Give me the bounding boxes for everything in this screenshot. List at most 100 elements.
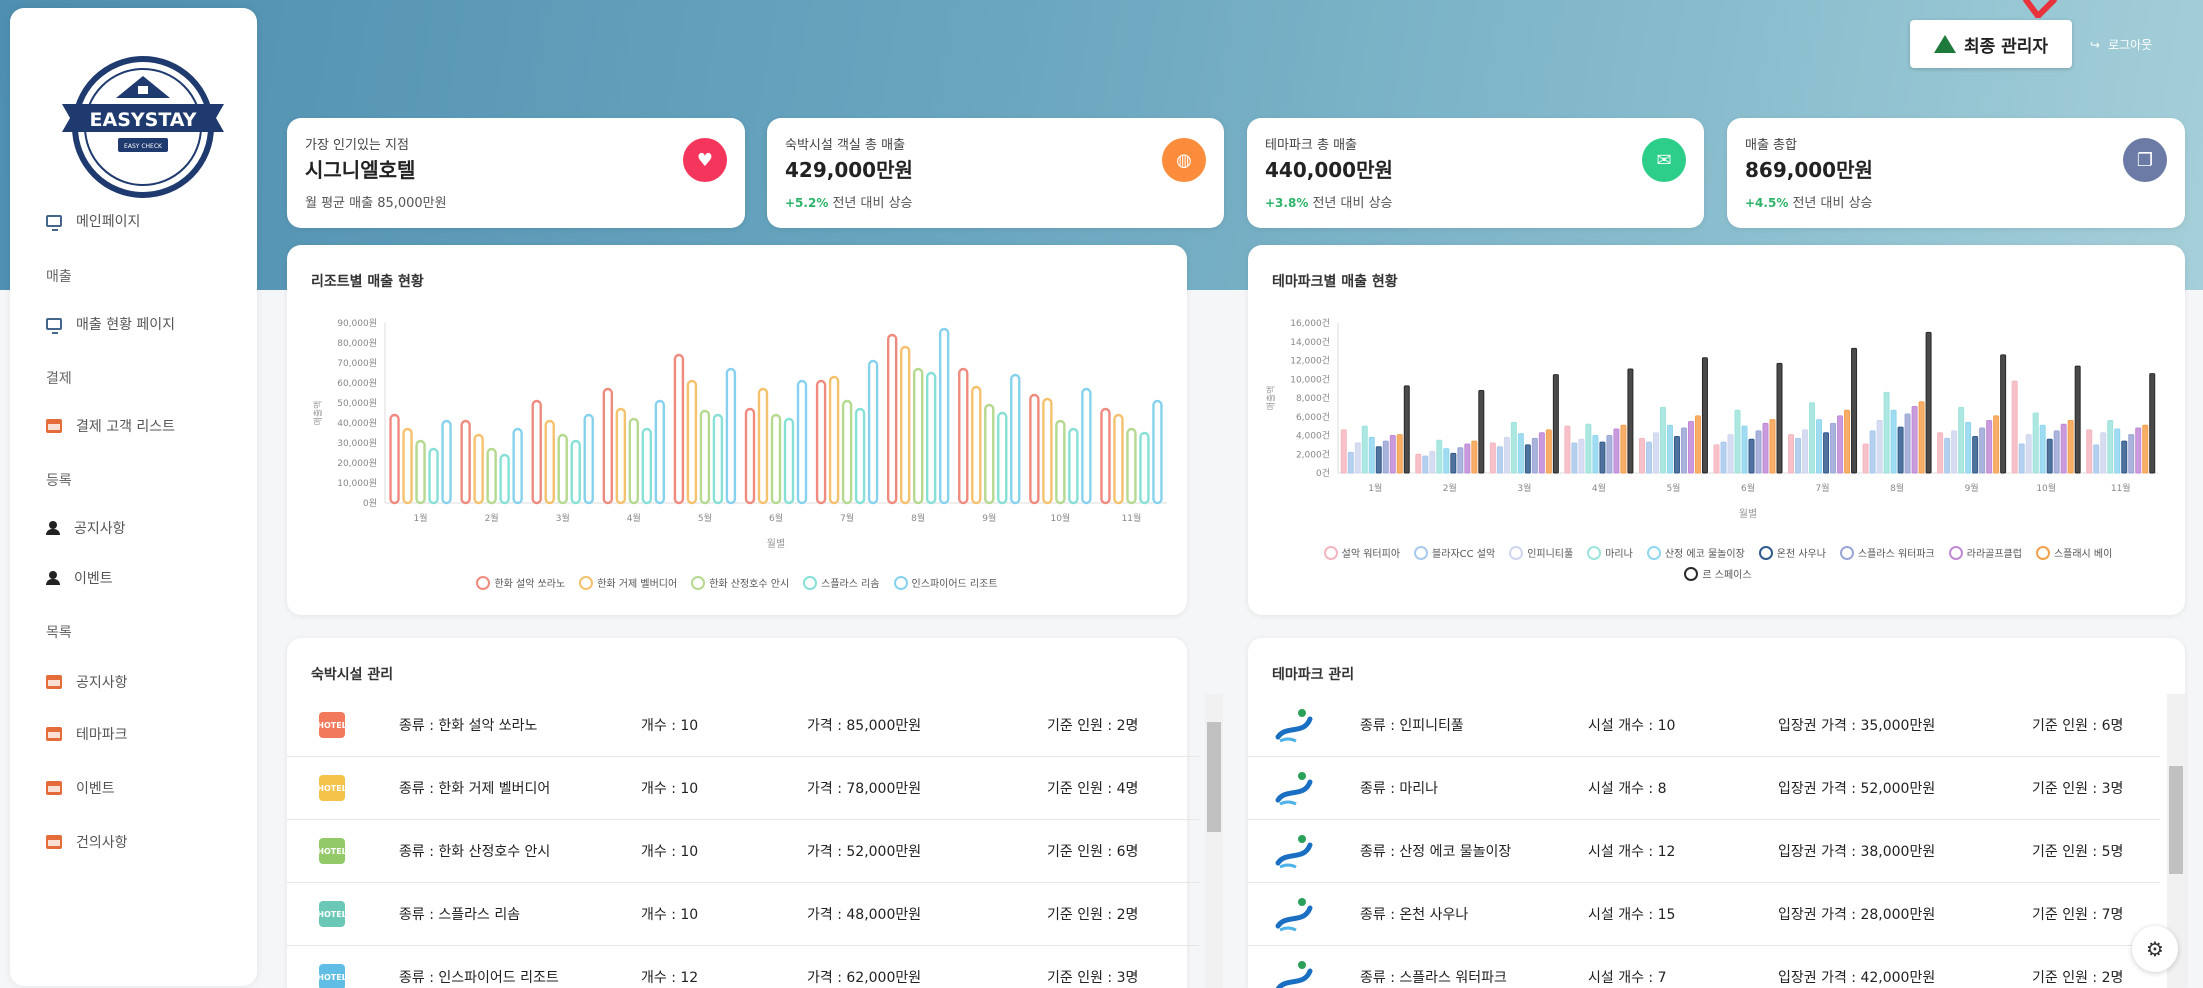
list-row[interactable]: HOTEL 종류 : 스플라스 리솜 개수 : 10 가격 : 48,000만원 기준 …: [287, 883, 1199, 946]
bar[interactable]: [1531, 437, 1538, 474]
legend-item[interactable]: 마리나: [1587, 545, 1633, 560]
bar[interactable]: [1361, 425, 1368, 474]
legend-item[interactable]: 르 스페이스: [1684, 566, 1752, 581]
bar[interactable]: [1538, 432, 1545, 474]
bar[interactable]: [1081, 387, 1092, 505]
bar[interactable]: [2025, 434, 2032, 474]
bar[interactable]: [1776, 362, 1783, 474]
bar[interactable]: [1720, 441, 1727, 474]
bar[interactable]: [997, 411, 1008, 505]
bar[interactable]: [1478, 390, 1485, 474]
bar[interactable]: [886, 333, 898, 505]
bar[interactable]: [1925, 331, 1932, 474]
bar[interactable]: [1748, 438, 1755, 474]
bar[interactable]: [1627, 368, 1634, 474]
bar[interactable]: [1450, 452, 1457, 474]
bar[interactable]: [2067, 420, 2074, 474]
scroll-thumb[interactable]: [2169, 766, 2183, 874]
bar[interactable]: [1552, 374, 1559, 474]
bar[interactable]: [615, 407, 627, 505]
bar[interactable]: [984, 403, 995, 505]
bar[interactable]: [2086, 429, 2093, 474]
bar[interactable]: [912, 367, 924, 505]
list-row[interactable]: 종류 : 온천 사우나 시설 개수 : 15 입장권 가격 : 28,000만원 기준…: [1248, 883, 2160, 946]
bar[interactable]: [1585, 423, 1592, 474]
list-row[interactable]: 종류 : 스플라스 워터파크 시설 개수 : 7 입장권 가격 : 42,000만원…: [1248, 946, 2160, 988]
bar[interactable]: [1457, 447, 1464, 474]
bar[interactable]: [757, 387, 769, 505]
bar[interactable]: [925, 371, 937, 505]
bar[interactable]: [1830, 422, 1837, 474]
bar[interactable]: [1979, 427, 1986, 474]
nav-sales-status[interactable]: 매출 현황 페이지: [46, 314, 175, 334]
bar[interactable]: [725, 367, 737, 505]
bar[interactable]: [1687, 420, 1694, 474]
bar[interactable]: [402, 427, 413, 505]
bar[interactable]: [1788, 434, 1795, 474]
bar[interactable]: [1713, 444, 1720, 474]
bar[interactable]: [1809, 402, 1816, 474]
nav-list-suggestion[interactable]: 건의사항: [46, 832, 128, 852]
bar[interactable]: [441, 419, 452, 505]
legend-item[interactable]: 한화 설악 쏘라노: [476, 575, 565, 590]
bar[interactable]: [1139, 431, 1150, 505]
bar[interactable]: [1701, 357, 1708, 474]
legend-item[interactable]: 인피니티풀: [1509, 545, 1573, 560]
bar[interactable]: [770, 413, 782, 505]
bar[interactable]: [1375, 446, 1382, 474]
bar[interactable]: [1422, 455, 1429, 474]
bar[interactable]: [1010, 373, 1021, 505]
bar[interactable]: [460, 419, 471, 505]
bar[interactable]: [2121, 440, 2128, 474]
legend-item[interactable]: 산정 에코 물놀이장: [1646, 545, 1745, 560]
bar[interactable]: [1890, 409, 1897, 474]
bar[interactable]: [1944, 437, 1951, 474]
lodging-scrollbar[interactable]: [1205, 694, 1223, 988]
bar[interactable]: [2018, 443, 2025, 474]
bar[interactable]: [583, 413, 594, 505]
bar[interactable]: [1340, 429, 1347, 474]
list-row[interactable]: HOTEL 종류 : 한화 거제 벨버디어 개수 : 10 가격 : 78,000만원…: [287, 757, 1199, 820]
legend-item[interactable]: 한화 거제 벨버디어: [579, 575, 677, 590]
bar[interactable]: [971, 385, 982, 505]
bar[interactable]: [1918, 401, 1925, 474]
bar[interactable]: [1389, 435, 1396, 474]
bar[interactable]: [2135, 427, 2142, 474]
bar[interactable]: [1652, 432, 1659, 474]
bar[interactable]: [1993, 415, 2000, 474]
bar[interactable]: [1042, 397, 1053, 505]
bar[interactable]: [796, 379, 808, 505]
bar[interactable]: [1354, 442, 1361, 474]
legend-item[interactable]: 인스파이어드 리조트: [893, 575, 998, 590]
bar[interactable]: [628, 417, 640, 505]
bar[interactable]: [557, 433, 568, 505]
bar[interactable]: [1862, 443, 1869, 474]
bar[interactable]: [1620, 424, 1627, 474]
bar[interactable]: [2032, 412, 2039, 474]
bar[interactable]: [2011, 380, 2018, 474]
bar[interactable]: [1489, 442, 1496, 474]
bar[interactable]: [602, 387, 614, 505]
bar[interactable]: [1382, 440, 1389, 474]
bar[interactable]: [1599, 441, 1606, 474]
bar[interactable]: [841, 399, 853, 505]
bar[interactable]: [1503, 436, 1510, 474]
bar[interactable]: [1883, 391, 1890, 474]
bar[interactable]: [1436, 439, 1443, 474]
bar[interactable]: [1443, 448, 1450, 474]
bar[interactable]: [1368, 436, 1375, 474]
bar[interactable]: [1396, 434, 1403, 474]
bar[interactable]: [415, 439, 426, 505]
bar[interactable]: [1496, 446, 1503, 474]
bar[interactable]: [1741, 425, 1748, 474]
bar[interactable]: [1911, 405, 1918, 474]
bar[interactable]: [1734, 409, 1741, 474]
bar[interactable]: [1100, 407, 1111, 505]
bar[interactable]: [815, 379, 827, 505]
list-row[interactable]: 종류 : 산정 에코 물놀이장 시설 개수 : 12 입장권 가격 : 38,000…: [1248, 820, 2160, 883]
bar[interactable]: [1517, 433, 1524, 474]
bar[interactable]: [1837, 415, 1844, 474]
bar[interactable]: [1762, 422, 1769, 474]
bar[interactable]: [1510, 421, 1517, 474]
legend-item[interactable]: 라라골프클럽: [1948, 545, 2022, 560]
